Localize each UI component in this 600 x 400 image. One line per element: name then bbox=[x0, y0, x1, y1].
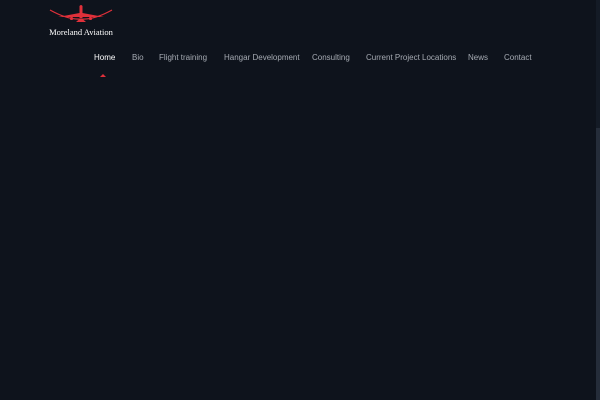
nav-item-home[interactable]: Home bbox=[94, 53, 115, 62]
page: Moreland Aviation Home Bio Flight traini… bbox=[0, 0, 600, 400]
logo-text: Moreland Aviation bbox=[49, 27, 113, 37]
nav-item-consulting[interactable]: Consulting bbox=[312, 53, 350, 62]
scrollbar[interactable] bbox=[596, 0, 600, 400]
nav-item-news[interactable]: News bbox=[468, 53, 488, 62]
scrollbar-thumb[interactable] bbox=[596, 128, 600, 400]
nav-item-hangar-development[interactable]: Hangar Development bbox=[224, 53, 300, 62]
nav-item-bio[interactable]: Bio bbox=[132, 53, 144, 62]
airplane-icon bbox=[49, 5, 113, 22]
site-logo[interactable]: Moreland Aviation bbox=[46, 4, 116, 38]
nav-item-flight-training[interactable]: Flight training bbox=[159, 53, 207, 62]
nav-item-current-project-locations[interactable]: Current Project Locations bbox=[366, 53, 456, 62]
nav-item-contact[interactable]: Contact bbox=[504, 53, 532, 62]
active-nav-indicator bbox=[100, 74, 106, 77]
main-nav: Home Bio Flight training Hangar Developm… bbox=[0, 49, 600, 67]
